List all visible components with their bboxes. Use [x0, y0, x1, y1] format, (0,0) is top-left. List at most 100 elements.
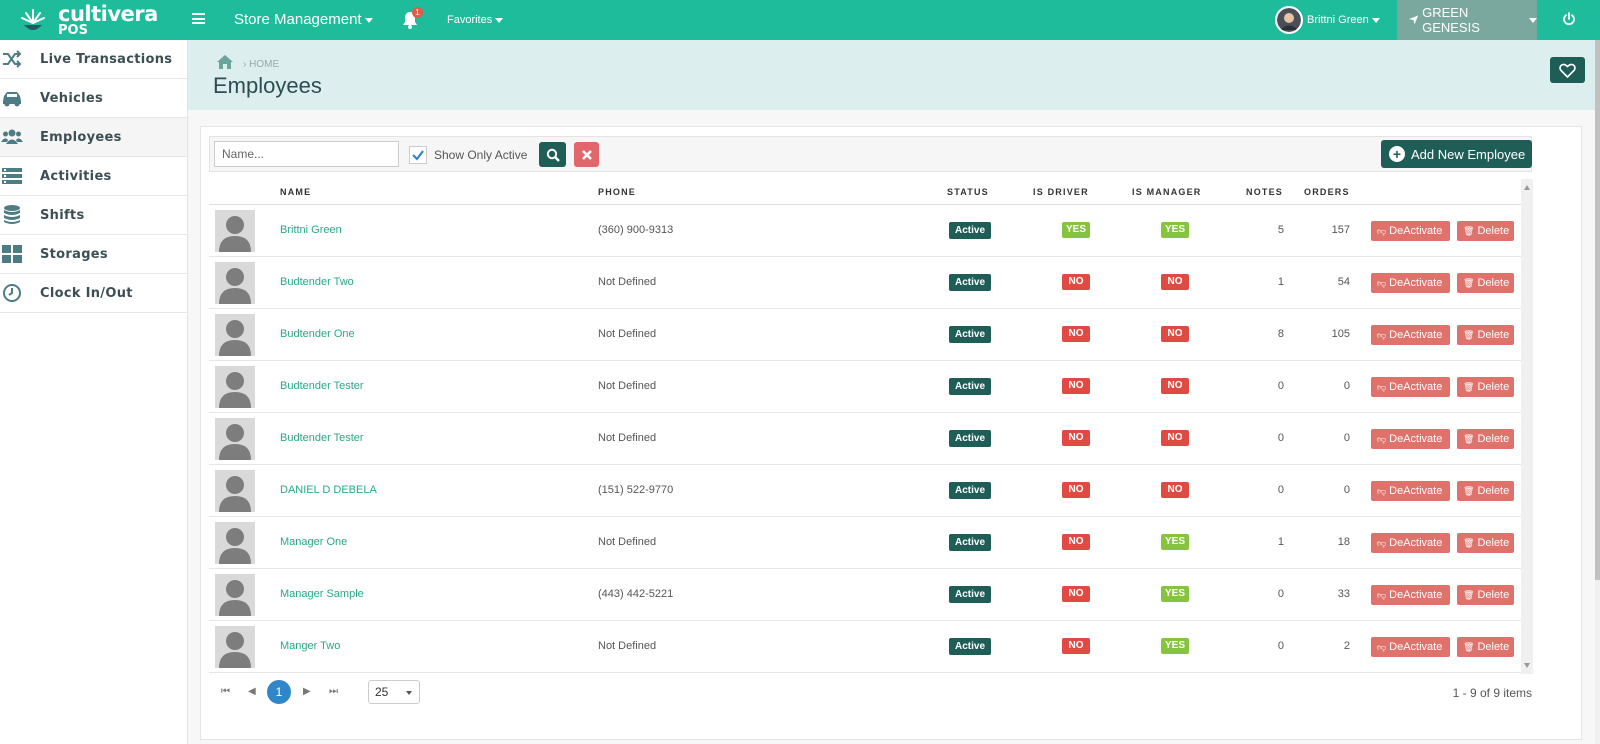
show-only-active-label[interactable]: Show Only Active	[434, 148, 527, 162]
deactivate-button[interactable]: 👎︎ DeActivate	[1371, 481, 1450, 501]
employee-name-link[interactable]: Budtender Tester	[280, 380, 364, 392]
filter-toolbar: Show Only Active + Add New Employee	[209, 136, 1532, 172]
employee-avatar	[215, 366, 255, 408]
sidebar-item-employees[interactable]: Employees	[0, 118, 187, 157]
table-row[interactable]: Brittni Green (360) 900-9313 Active YES YES 5…	[209, 205, 1532, 257]
employee-name-link[interactable]: Budtender One	[280, 328, 355, 340]
thumbs-down-icon: 👎︎	[1377, 330, 1387, 340]
deactivate-button[interactable]: 👎︎ DeActivate	[1371, 325, 1450, 345]
employee-name-link[interactable]: Manager One	[280, 536, 347, 548]
current-page-button[interactable]: 1	[267, 680, 291, 704]
store-selector[interactable]: GREEN GENESIS	[1397, 0, 1537, 40]
sidebar-item-live-transactions[interactable]: Live Transactions	[0, 40, 187, 79]
is-manager-badge: NO	[1161, 274, 1189, 290]
delete-button[interactable]: 🗑︎ Delete	[1457, 429, 1514, 449]
trash-icon: 🗑︎	[1463, 226, 1475, 236]
scroll-up-icon[interactable]	[1524, 185, 1530, 190]
deactivate-button[interactable]: 👎︎ DeActivate	[1371, 221, 1450, 241]
breadcrumb-home[interactable]: HOME	[249, 59, 279, 70]
page-size-select[interactable]: 25	[368, 680, 420, 704]
sidebar-item-storages[interactable]: Storages	[0, 235, 187, 274]
delete-button[interactable]: 🗑︎ Delete	[1457, 585, 1514, 605]
sidebar-item-activities[interactable]: Activities	[0, 157, 187, 196]
page-scrollbar-thumb[interactable]	[1595, 40, 1600, 580]
delete-button[interactable]: 🗑︎ Delete	[1457, 533, 1514, 553]
column-header-status[interactable]: STATUS	[947, 187, 989, 197]
delete-button[interactable]: 🗑︎ Delete	[1457, 325, 1514, 345]
column-header-is-manager[interactable]: IS MANAGER	[1132, 187, 1202, 197]
user-silhouette-icon	[219, 268, 251, 304]
employee-phone: Not Defined	[598, 276, 657, 288]
column-header-is-driver[interactable]: IS DRIVER	[1033, 187, 1089, 197]
table-row[interactable]: Manager One Not Defined Active NO YES 1 18 👎︎ De…	[209, 517, 1532, 569]
table-row[interactable]: Budtender Tester Not Defined Active NO NO 0 0 👎…	[209, 413, 1532, 465]
table-scrollbar[interactable]	[1521, 179, 1533, 674]
name-search-input[interactable]	[214, 141, 399, 167]
table-row[interactable]: Manger Two Not Defined Active NO YES 0 2 👎︎ DeAc…	[209, 621, 1532, 673]
notes-count: 0	[1277, 432, 1284, 444]
page-scrollbar[interactable]	[1595, 40, 1600, 744]
deactivate-button[interactable]: 👎︎ DeActivate	[1371, 273, 1450, 293]
delete-button[interactable]: 🗑︎ Delete	[1457, 221, 1514, 241]
deactivate-label: DeActivate	[1389, 329, 1443, 341]
store-management-menu[interactable]: Store Management	[234, 11, 373, 28]
table-row[interactable]: Budtender Two Not Defined Active NO NO 1 54 👎︎ D…	[209, 257, 1532, 309]
notes-count: 0	[1277, 380, 1284, 392]
employee-name-link[interactable]: Budtender Tester	[280, 432, 364, 444]
table-row[interactable]: Budtender One Not Defined Active NO NO 8 105 👎︎…	[209, 309, 1532, 361]
last-page-icon[interactable]: ⏭	[329, 686, 338, 697]
page-size-value: 25	[375, 685, 389, 699]
deactivate-button[interactable]: 👎︎ DeActivate	[1371, 377, 1450, 397]
power-icon[interactable]	[1562, 12, 1576, 26]
thumbs-down-icon: 👎︎	[1377, 382, 1387, 392]
add-favorite-button[interactable]	[1550, 57, 1585, 83]
delete-button[interactable]: 🗑︎ Delete	[1457, 377, 1514, 397]
deactivate-button[interactable]: 👎︎ DeActivate	[1371, 637, 1450, 657]
prev-page-icon[interactable]: ◀	[248, 686, 256, 697]
column-header-notes[interactable]: NOTES	[1246, 187, 1283, 197]
employee-name-link[interactable]: Manger Two	[280, 640, 340, 652]
clear-filter-button[interactable]	[574, 142, 599, 167]
column-header-phone[interactable]: PHONE	[598, 187, 636, 197]
employee-avatar	[215, 210, 255, 252]
hamburger-menu-icon[interactable]	[192, 13, 205, 24]
sidebar-item-shifts[interactable]: Shifts	[0, 196, 187, 235]
scroll-down-icon[interactable]	[1524, 663, 1530, 668]
search-button[interactable]	[539, 142, 566, 167]
page-title: Employees	[213, 73, 322, 98]
next-page-icon[interactable]: ▶	[303, 686, 311, 697]
user-menu[interactable]: Brittni Green	[1275, 5, 1380, 35]
user-silhouette-icon	[219, 580, 251, 616]
breadcrumb[interactable]: › HOME	[243, 59, 279, 70]
employee-name-link[interactable]: Manager Sample	[280, 588, 364, 600]
status-badge: Active	[949, 430, 992, 447]
column-header-name[interactable]: NAME	[280, 187, 311, 197]
home-icon[interactable]	[216, 54, 234, 70]
deactivate-button[interactable]: 👎︎ DeActivate	[1371, 429, 1450, 449]
table-row[interactable]: Budtender Tester Not Defined Active NO NO 0 0 👎…	[209, 361, 1532, 413]
column-header-orders[interactable]: ORDERS	[1304, 187, 1350, 197]
notes-count: 8	[1277, 328, 1284, 340]
thumbs-down-icon: 👎︎	[1377, 278, 1387, 288]
table-row[interactable]: Manager Sample (443) 442-5221 Active NO YES 0…	[209, 569, 1532, 621]
employee-name-link[interactable]: Budtender Two	[280, 276, 354, 288]
is-driver-badge: NO	[1062, 586, 1090, 602]
is-manager-badge: NO	[1161, 326, 1189, 342]
add-new-employee-button[interactable]: + Add New Employee	[1381, 140, 1532, 168]
deactivate-button[interactable]: 👎︎ DeActivate	[1371, 585, 1450, 605]
delete-button[interactable]: 🗑︎ Delete	[1457, 273, 1514, 293]
first-page-icon[interactable]: ⏮	[221, 686, 230, 697]
sidebar-item-clock-in-out[interactable]: Clock In/Out	[0, 274, 187, 313]
table-row[interactable]: DANIEL D DEBELA (151) 522-9770 Active NO NO 0…	[209, 465, 1532, 517]
employee-name-link[interactable]: DANIEL D DEBELA	[280, 484, 377, 496]
favorites-menu[interactable]: Favorites	[447, 14, 504, 26]
is-manager-badge: YES	[1161, 586, 1189, 602]
delete-button[interactable]: 🗑︎ Delete	[1457, 481, 1514, 501]
status-badge: Active	[949, 638, 992, 655]
logo[interactable]: cultivera POS	[18, 3, 158, 37]
employee-name-link[interactable]: Brittni Green	[280, 224, 342, 236]
sidebar-item-vehicles[interactable]: Vehicles	[0, 79, 187, 118]
delete-button[interactable]: 🗑︎ Delete	[1457, 637, 1514, 657]
deactivate-button[interactable]: 👎︎ DeActivate	[1371, 533, 1450, 553]
show-only-active-checkbox[interactable]	[409, 146, 427, 164]
